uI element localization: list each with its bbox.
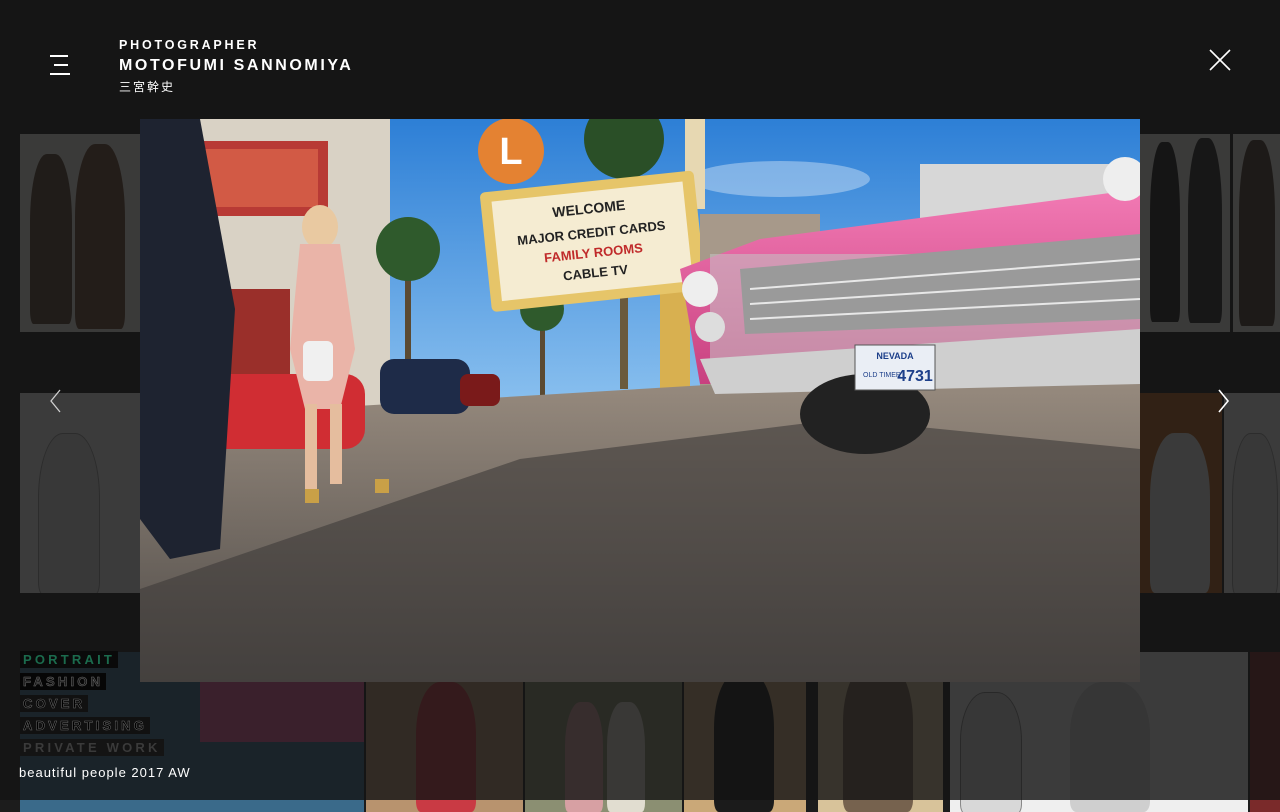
logo-subtitle: PHOTOGRAPHER bbox=[119, 38, 260, 52]
chevron-right-icon[interactable] bbox=[1212, 386, 1236, 416]
sign-letter: L bbox=[499, 131, 522, 173]
logo-name-japanese: 三宮幹史 bbox=[119, 80, 176, 94]
category-advertising[interactable]: ADVERTISING bbox=[20, 717, 151, 734]
category-menu: PORTRAIT FASHION COVER ADVERTISING PRIVA… bbox=[20, 651, 164, 761]
lightbox-photo: L WELCOME MAJOR CREDIT CARDS FAMILY ROOM… bbox=[140, 119, 1140, 682]
plate-state: NEVADA bbox=[876, 351, 914, 361]
category-fashion[interactable]: FASHION bbox=[20, 673, 107, 690]
site-logo[interactable]: PHOTOGRAPHER MOTOFUMI SANNOMIYA 三宮幹史 bbox=[119, 38, 353, 95]
plate-text: OLD TIMER bbox=[863, 372, 901, 379]
close-icon[interactable] bbox=[1206, 46, 1234, 74]
hamburger-menu-icon[interactable] bbox=[50, 55, 70, 75]
category-private-work[interactable]: PRIVATE WORK bbox=[20, 739, 164, 756]
chevron-left-icon[interactable] bbox=[44, 386, 68, 416]
category-cover[interactable]: COVER bbox=[20, 695, 89, 712]
category-portrait[interactable]: PORTRAIT bbox=[20, 651, 119, 668]
photo-caption: beautiful people 2017 AW bbox=[19, 765, 191, 780]
logo-name: MOTOFUMI SANNOMIYA bbox=[119, 57, 354, 74]
plate-number: 4731 bbox=[897, 368, 933, 385]
